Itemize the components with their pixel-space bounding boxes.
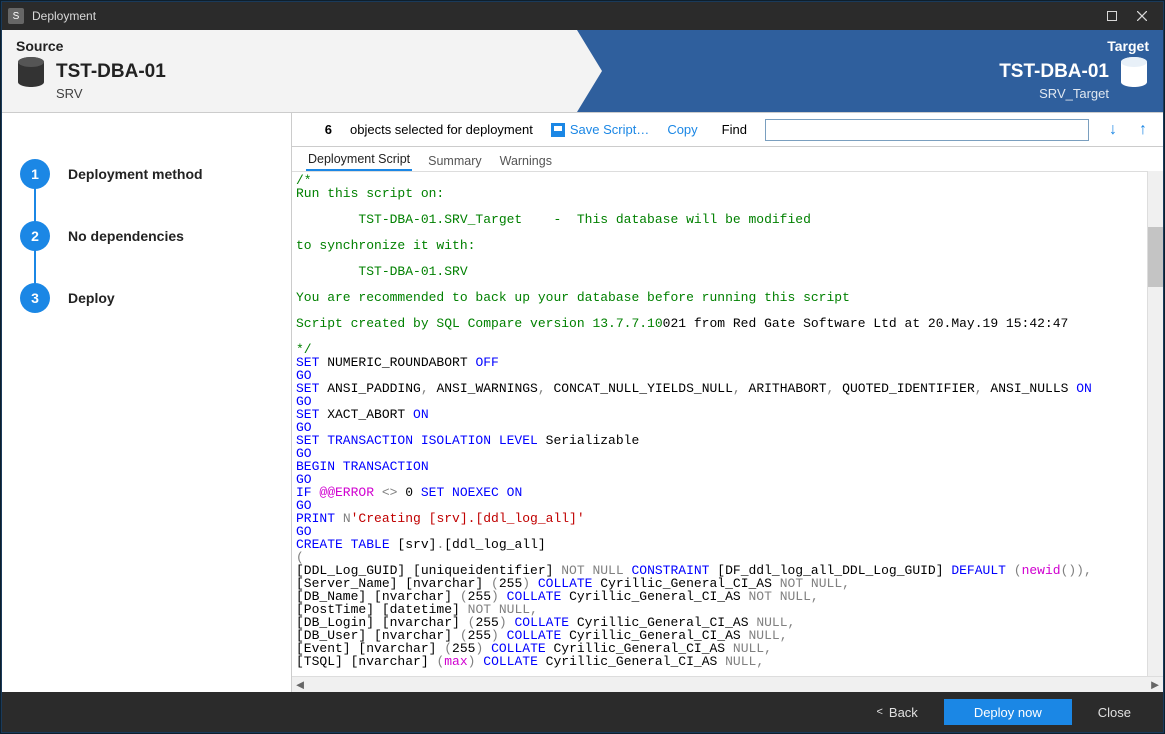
vertical-scrollbar[interactable] [1147,171,1163,676]
window-title: Deployment [32,9,96,23]
target-label: Target [616,38,1149,54]
wizard-step-1[interactable]: 1 Deployment method [20,143,273,205]
footer-bar: Back Deploy now Close [2,692,1163,732]
step-number-badge: 3 [20,283,50,313]
find-label: Find [722,122,747,137]
tab-summary[interactable]: Summary [426,151,483,171]
copy-button[interactable]: Copy [667,122,697,137]
selected-count-label: objects selected for deployment [350,122,533,137]
wizard-step-3[interactable]: 3 Deploy [20,267,273,329]
source-server: TST-DBA-01 [56,61,166,83]
save-script-button[interactable]: Save Script… [551,122,649,137]
source-db: SRV [56,86,588,101]
source-label: Source [16,38,588,54]
find-next-icon[interactable]: ↓ [1107,121,1119,139]
target-server: TST-DBA-01 [999,61,1109,83]
tab-deployment-script[interactable]: Deployment Script [306,149,412,171]
maximize-icon[interactable] [1097,2,1127,30]
step-label: Deploy [68,290,115,306]
step-number-badge: 2 [20,221,50,251]
step-label: Deployment method [68,166,203,182]
content-area: 6 objects selected for deployment Save S… [292,113,1163,692]
target-db: SRV_Target [616,86,1109,101]
close-icon[interactable] [1127,2,1157,30]
scroll-right-icon[interactable]: ► [1147,677,1163,693]
main-area: 1 Deployment method 2 No dependencies 3 Deplo… [2,112,1163,692]
database-icon [1119,56,1149,88]
close-button[interactable]: Close [1080,699,1149,725]
find-input[interactable] [765,119,1089,141]
tab-bar: Deployment Script Summary Warnings [292,147,1163,171]
app-icon: S [8,8,24,24]
tab-warnings[interactable]: Warnings [498,151,554,171]
deploy-now-button[interactable]: Deploy now [944,699,1072,725]
step-label: No dependencies [68,228,184,244]
header-band: Source TST-DBA-01 SRV Target TST-DBA-01 … [2,30,1163,112]
step-number-badge: 1 [20,159,50,189]
scroll-left-icon[interactable]: ◄ [292,677,308,693]
find-prev-icon[interactable]: ↑ [1137,121,1149,139]
toolbar: 6 objects selected for deployment Save S… [292,113,1163,147]
titlebar: S Deployment [2,2,1163,30]
script-editor[interactable]: /* Run this script on: TST-DBA-01.SRV_Ta… [292,171,1147,676]
database-icon [16,56,46,88]
save-icon [551,123,565,137]
target-panel: Target TST-DBA-01 SRV_Target [602,30,1163,112]
deployment-window: S Deployment Source TST-DBA-01 SRV [1,1,1164,733]
wizard-steps: 1 Deployment method 2 No dependencies 3 Deplo… [2,113,292,692]
source-panel: Source TST-DBA-01 SRV [2,30,602,112]
back-button[interactable]: Back [858,699,935,725]
wizard-step-2[interactable]: 2 No dependencies [20,205,273,267]
selected-count: 6 [312,122,332,137]
horizontal-scrollbar[interactable]: ◄ ► [292,676,1163,692]
